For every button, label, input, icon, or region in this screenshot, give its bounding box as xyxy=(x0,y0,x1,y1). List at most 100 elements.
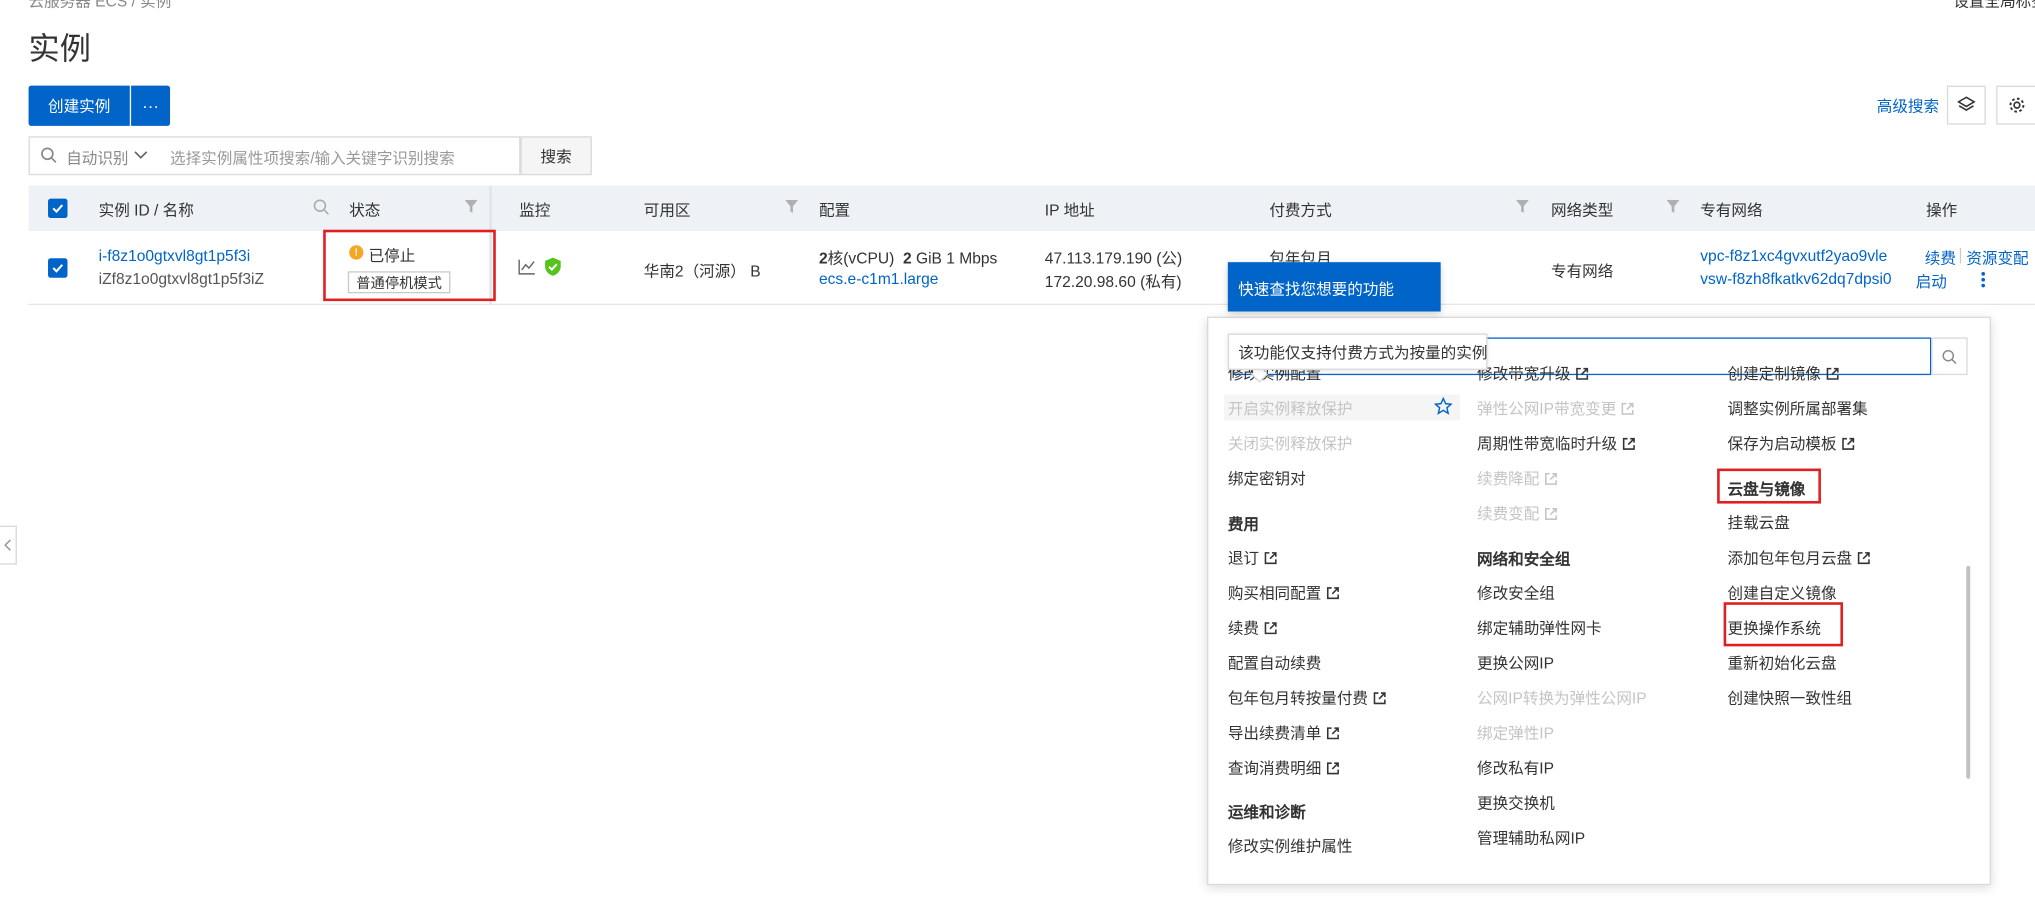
external-link-icon xyxy=(1326,727,1339,740)
private-ip: 172.20.98.60 (私有) xyxy=(1044,272,1182,291)
network-type-value: 专有网络 xyxy=(1550,262,1614,281)
menu-item[interactable]: 添加包年包月云盘 xyxy=(1728,546,1871,568)
filter-icon[interactable] xyxy=(785,199,799,217)
advanced-search-link[interactable]: 高级搜索 xyxy=(1877,95,1939,117)
menu-item[interactable]: 绑定辅助弹性网卡 xyxy=(1477,617,1602,639)
menu-item[interactable]: 关闭实例释放保护 xyxy=(1228,432,1353,454)
menu-item[interactable]: 创建自定义镜像 xyxy=(1728,581,1837,603)
group-heading: 运维和诊断 xyxy=(1227,803,1306,822)
th-monitor: 监控 xyxy=(519,201,551,220)
panel-scrollbar[interactable] xyxy=(1966,565,1971,779)
more-actions-button[interactable]: ··· xyxy=(131,85,171,126)
menu-item[interactable]: 修改带宽升级 xyxy=(1477,362,1589,384)
external-link-icon xyxy=(1622,437,1635,450)
memory-bandwidth: GiB 1 Mbps xyxy=(915,249,998,268)
menu-item[interactable]: 创建定制镜像 xyxy=(1728,362,1840,384)
th-ip: IP 地址 xyxy=(1044,201,1095,220)
search-placeholder[interactable]: 选择实例属性项搜索/输入关键字识别搜索 xyxy=(170,147,455,169)
th-network-type: 网络类型 xyxy=(1550,201,1614,220)
zone-value: 华南2（河源） B xyxy=(643,262,761,281)
menu-item[interactable]: 导出续费清单 xyxy=(1228,722,1340,744)
create-instance-button[interactable]: 创建实例 xyxy=(28,85,130,126)
menu-item[interactable]: 调整实例所属部署集 xyxy=(1728,397,1868,419)
search-icon[interactable] xyxy=(313,199,330,222)
menu-item[interactable]: 创建快照一致性组 xyxy=(1728,687,1853,709)
external-link-icon xyxy=(1545,507,1557,520)
menu-item[interactable]: 配置自动续费 xyxy=(1228,652,1321,674)
pay-as-you-go-tooltip: 该功能仅支持付费方式为按量的实例 xyxy=(1227,333,1487,370)
menu-item[interactable]: 续费降配 xyxy=(1477,467,1557,489)
menu-item[interactable]: 绑定密钥对 xyxy=(1228,467,1306,489)
monitor-chart-icon[interactable] xyxy=(518,258,536,281)
config-spec: 2核(vCPU) 2 GiB 1 Mbps xyxy=(819,247,997,269)
filter-icon[interactable] xyxy=(464,199,478,217)
instance-type-link[interactable]: ecs.e-c1m1.large xyxy=(819,270,938,288)
search-icon[interactable] xyxy=(1931,337,1968,376)
menu-item[interactable]: 修改私有IP xyxy=(1477,757,1554,779)
menu-item[interactable]: 续费 xyxy=(1228,617,1277,639)
global-tag-link[interactable]: 设置全局标签 xyxy=(1953,0,2035,12)
filter-icon[interactable] xyxy=(1515,199,1529,217)
menu-item[interactable]: 弹性公网IP带宽变更 xyxy=(1477,397,1634,419)
instance-search-field[interactable]: 自动识别 选择实例属性项搜索/输入关键字识别搜索 xyxy=(28,136,521,176)
search-icon xyxy=(40,147,57,170)
external-link-icon xyxy=(1264,552,1277,565)
select-all-checkbox[interactable] xyxy=(48,198,68,219)
menu-item[interactable]: 更换公网IP xyxy=(1477,652,1554,674)
external-link-icon xyxy=(1576,367,1589,380)
external-link-icon xyxy=(1826,367,1839,380)
more-vertical-icon[interactable] xyxy=(1981,271,1986,294)
menu-item[interactable]: 购买相同配置 xyxy=(1228,581,1340,603)
menu-item[interactable]: 修改实例维护属性 xyxy=(1228,835,1353,857)
menu-item[interactable]: 包年包月转按量付费 xyxy=(1228,687,1386,709)
vpc-link[interactable]: vpc-f8z1xc4gvxutf2yao9vle xyxy=(1700,247,1887,265)
quick-find-guide: 快速查找您想要的功能 xyxy=(1227,262,1441,312)
menu-item[interactable]: 查询消费明细 xyxy=(1228,757,1340,779)
collapse-sidebar-handle[interactable] xyxy=(0,525,17,565)
close-icon[interactable] xyxy=(1450,274,1468,292)
th-zone: 可用区 xyxy=(643,201,691,220)
instance-id-link[interactable]: i-f8z1o0gtxvl8gt1p5f3i xyxy=(99,247,251,265)
vswitch-link[interactable]: vsw-f8zh8fkatkv62dq7dpsi0 xyxy=(1700,270,1891,288)
external-link-icon xyxy=(1373,692,1386,705)
settings-gear-icon[interactable] xyxy=(1996,85,2035,125)
group-heading: 云盘与镜像 xyxy=(1727,480,1806,499)
menu-item[interactable]: 绑定弹性IP xyxy=(1477,722,1554,744)
menu-item[interactable]: 续费变配 xyxy=(1477,502,1557,524)
menu-item[interactable]: 退订 xyxy=(1228,546,1277,568)
menu-item[interactable]: 保存为启动模板 xyxy=(1728,432,1855,454)
cpu-count: 2 xyxy=(818,249,828,268)
replace-os-menu-item[interactable]: 更换操作系统 xyxy=(1728,617,1821,639)
cpu-unit: 核(vCPU) xyxy=(827,249,895,268)
menu-item[interactable]: 周期性带宽临时升级 xyxy=(1477,432,1635,454)
th-config: 配置 xyxy=(818,201,851,220)
menu-item[interactable]: 挂载云盘 xyxy=(1728,511,1790,533)
menu-item[interactable]: 重新初始化云盘 xyxy=(1728,652,1837,674)
filter-icon[interactable] xyxy=(1666,199,1680,217)
renew-action[interactable]: 续费 xyxy=(1925,247,1956,269)
th-status: 状态 xyxy=(349,201,381,220)
menu-item[interactable]: 管理辅助私网IP xyxy=(1477,827,1585,849)
start-action[interactable]: 启动 xyxy=(1916,270,1947,292)
search-mode-select[interactable]: 自动识别 xyxy=(66,147,128,169)
group-heading: 网络和安全组 xyxy=(1477,550,1571,569)
external-link-icon xyxy=(1857,552,1870,565)
menu-item[interactable]: 修改安全组 xyxy=(1477,581,1555,603)
star-icon[interactable] xyxy=(1433,396,1453,422)
menu-item[interactable]: 公网IP转换为弹性公网IP xyxy=(1477,687,1647,709)
menu-item[interactable]: 开启实例释放保护 xyxy=(1228,397,1353,419)
public-ip: 47.113.179.190 (公) xyxy=(1044,249,1183,268)
th-billing: 付费方式 xyxy=(1269,201,1332,220)
breadcrumb[interactable]: 云服务器 ECS / 实例 xyxy=(29,0,172,12)
layers-icon[interactable] xyxy=(1946,85,1986,125)
search-button[interactable]: 搜索 xyxy=(520,136,592,176)
shield-check-icon[interactable] xyxy=(544,257,562,283)
change-config-action[interactable]: 资源变配 xyxy=(1966,247,2028,269)
status-text: 已停止 xyxy=(368,246,416,265)
menu-item[interactable]: 更换交换机 xyxy=(1477,792,1555,814)
action-separator xyxy=(1959,247,1962,264)
row-checkbox[interactable] xyxy=(48,258,68,278)
instance-name: iZf8z1o0gtxvl8gt1p5f3iZ xyxy=(98,269,265,289)
row-divider xyxy=(28,303,2035,306)
external-link-icon xyxy=(1326,587,1339,600)
